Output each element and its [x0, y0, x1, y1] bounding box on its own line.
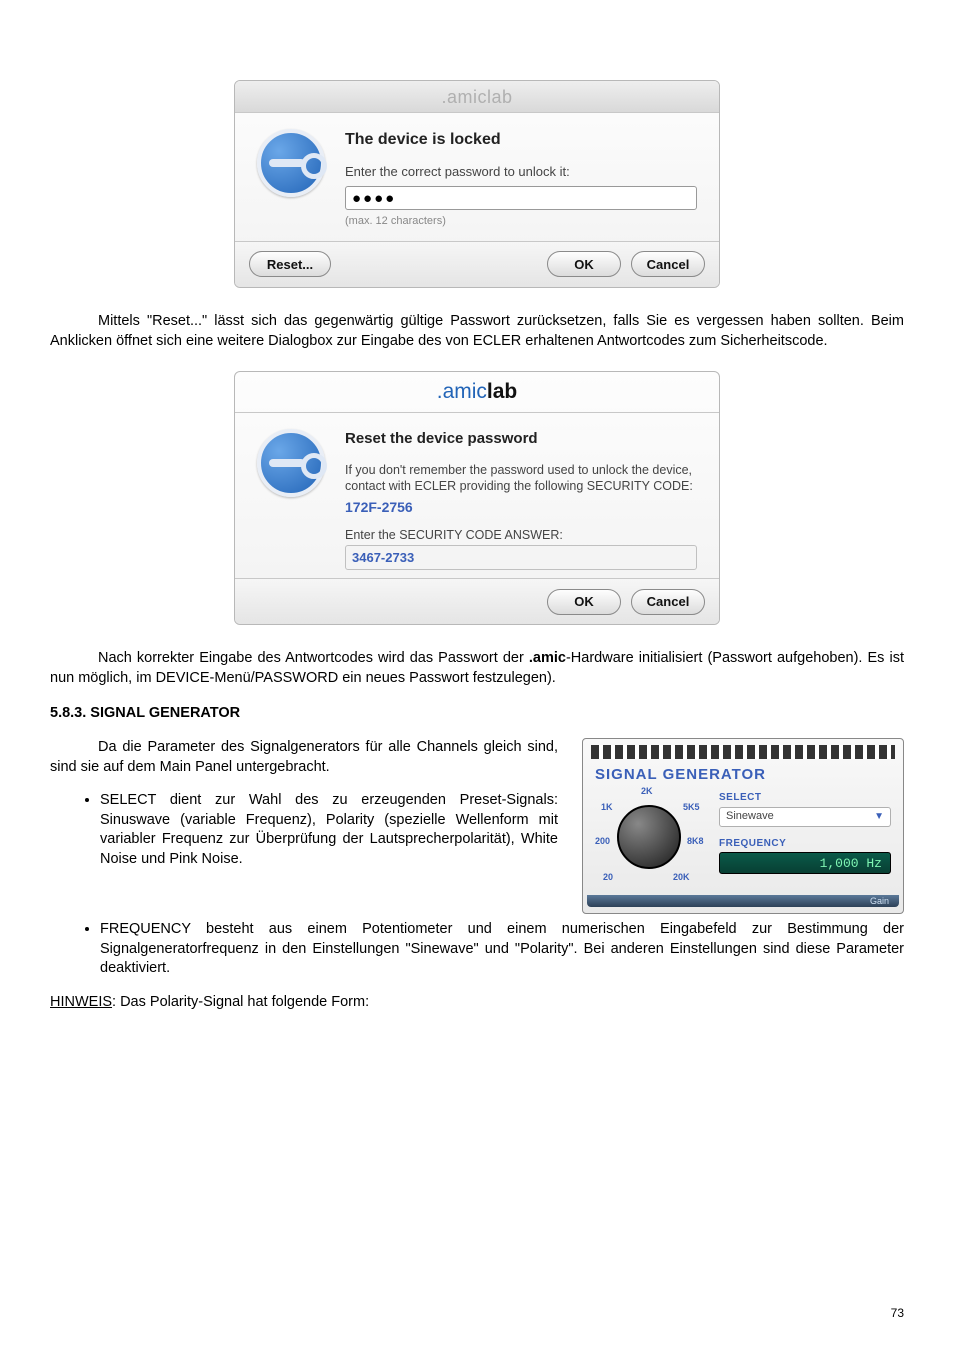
chevron-down-icon: ▼ — [874, 810, 884, 824]
signal-generator-title: SIGNAL GENERATOR — [595, 765, 891, 785]
reset-title: Reset the device password — [345, 429, 697, 449]
reset-dialog: .amiclab Reset the device password If yo… — [234, 371, 720, 625]
bullet-frequency: FREQUENCY besteht aus einem Potentiomete… — [100, 920, 904, 979]
hinweis-label: HINWEIS — [50, 994, 112, 1010]
dial-knob[interactable] — [617, 805, 681, 869]
panel-grip-bar — [591, 745, 895, 759]
ok-button[interactable]: OK — [547, 251, 621, 277]
paragraph-1: Mittels "Reset..." lässt sich das gegenw… — [50, 312, 904, 351]
frequency-label: FREQUENCY — [719, 837, 891, 851]
select-dropdown[interactable]: Sinewave ▼ — [719, 807, 891, 827]
signal-generator-panel: SIGNAL GENERATOR 200 1K 2K 5K5 8K8 20 20… — [582, 738, 904, 914]
key-icon — [257, 129, 325, 197]
tick-8k8: 8K8 — [687, 835, 704, 847]
key-icon — [257, 429, 325, 497]
reset-info: If you don't remember the password used … — [345, 462, 697, 495]
lock-dialog: .amiclab The device is locked Enter the … — [234, 80, 720, 288]
frequency-dial[interactable]: 200 1K 2K 5K5 8K8 20 20K — [595, 787, 705, 887]
cancel-button[interactable]: Cancel — [631, 589, 705, 615]
hinweis: HINWEIS: Das Polarity-Signal hat folgend… — [50, 993, 904, 1013]
bullet-select: SELECT dient zur Wahl des zu erzeugenden… — [100, 791, 558, 869]
tick-5k5: 5K5 — [683, 801, 700, 813]
hinweis-text: : Das Polarity-Signal hat folgende Form: — [112, 994, 369, 1010]
paragraph-2: Nach korrekter Eingabe des Antwortcodes … — [50, 649, 904, 688]
section-heading: 5.8.3. SIGNAL GENERATOR — [50, 704, 904, 724]
panel-footer: Gain — [587, 895, 899, 907]
p2-b: .amic — [529, 650, 566, 666]
brand-amic: .amic — [437, 380, 487, 403]
security-code: 172F-2756 — [345, 498, 697, 517]
answer-label: Enter the SECURITY CODE ANSWER: — [345, 527, 697, 543]
tick-2k: 2K — [641, 785, 653, 797]
tick-20k: 20K — [673, 871, 690, 883]
ok-button[interactable]: OK — [547, 589, 621, 615]
reset-button[interactable]: Reset... — [249, 251, 331, 277]
cancel-button[interactable]: Cancel — [631, 251, 705, 277]
password-input[interactable] — [345, 186, 697, 210]
tick-1k: 1K — [601, 801, 613, 813]
select-label: SELECT — [719, 791, 891, 805]
lock-prompt: Enter the correct password to unlock it: — [345, 163, 697, 181]
tick-200: 200 — [595, 835, 610, 847]
p2-a: Nach korrekter Eingabe des Antwortcodes … — [98, 650, 529, 666]
lock-dialog-titlebar: .amiclab — [235, 81, 719, 113]
paragraph-3: Da die Parameter des Signalgenerators fü… — [50, 738, 558, 777]
tick-20: 20 — [603, 871, 613, 883]
reset-dialog-titlebar: .amiclab — [235, 372, 719, 413]
frequency-display[interactable]: 1,000 Hz — [719, 852, 891, 874]
security-answer-input[interactable] — [345, 545, 697, 570]
lock-title: The device is locked — [345, 129, 697, 151]
select-value: Sinewave — [726, 809, 774, 824]
page-number: 73 — [891, 1305, 904, 1321]
password-hint: (max. 12 characters) — [345, 214, 697, 229]
brand-lab: lab — [487, 380, 517, 403]
